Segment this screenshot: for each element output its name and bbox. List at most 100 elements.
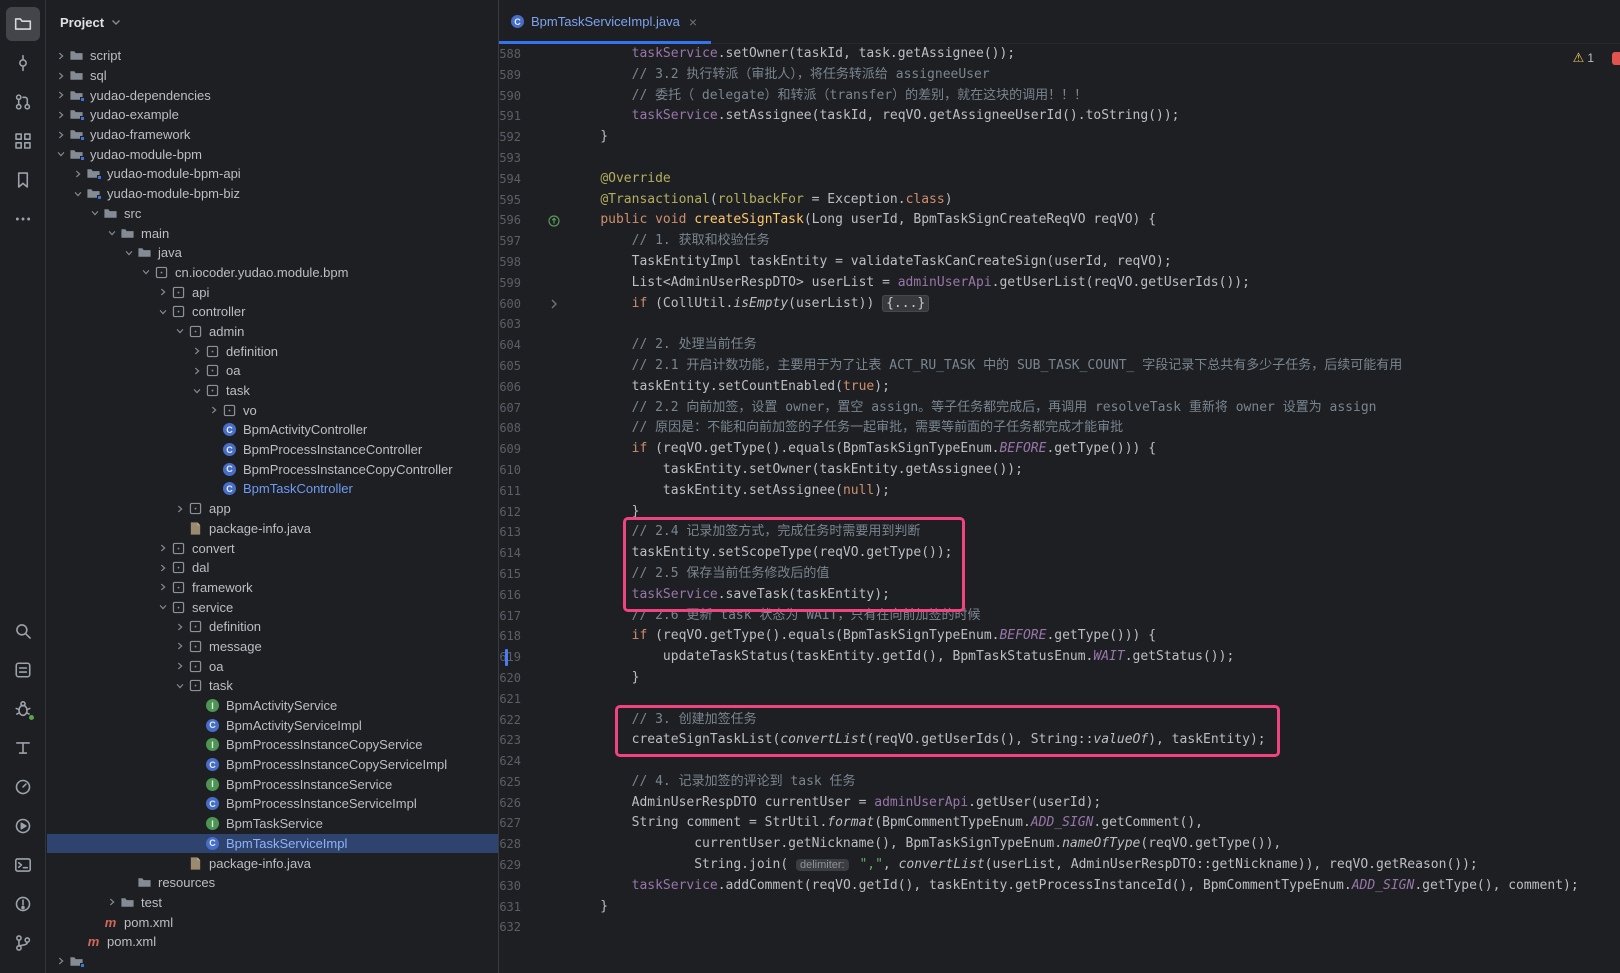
- tree-item-yudao-module-bpm-biz[interactable]: yudao-module-bpm-biz: [47, 184, 498, 204]
- line-number[interactable]: 620: [499, 668, 521, 689]
- chevron-right-icon[interactable]: [104, 897, 119, 907]
- tree-item-app[interactable]: app: [47, 499, 498, 519]
- tree-item-oa[interactable]: oa: [47, 361, 498, 381]
- chevron-right-icon[interactable]: [70, 169, 85, 179]
- line-number[interactable]: 592: [499, 127, 521, 148]
- code-line[interactable]: 614 taskEntity.setScopeType(reqVO.getTyp…: [499, 543, 1620, 564]
- tree-item-bpmprocessinstanceserviceimpl[interactable]: CBpmProcessInstanceServiceImpl: [47, 794, 498, 814]
- code-line[interactable]: 604 // 2. 处理当前任务: [499, 335, 1620, 356]
- line-number[interactable]: 628: [499, 834, 521, 855]
- line-number[interactable]: 612: [499, 502, 521, 523]
- tree-item-bpmprocessinstancecontroller[interactable]: CBpmProcessInstanceController: [47, 440, 498, 460]
- gutter[interactable]: [521, 876, 569, 897]
- code-line[interactable]: 612 }: [499, 502, 1620, 523]
- tab-close-icon[interactable]: ×: [687, 13, 699, 31]
- tree-item-bpmtaskcontroller[interactable]: CBpmTaskController: [47, 479, 498, 499]
- line-number[interactable]: 607: [499, 398, 521, 419]
- line-number[interactable]: 597: [499, 231, 521, 252]
- gutter[interactable]: [521, 834, 569, 855]
- chevron-right-icon[interactable]: [53, 110, 68, 120]
- chevron-right-icon[interactable]: [53, 51, 68, 61]
- tree-item-admin[interactable]: admin: [47, 322, 498, 342]
- chevron-down-icon[interactable]: [172, 681, 187, 691]
- line-number[interactable]: 591: [499, 106, 521, 127]
- gutter[interactable]: [521, 751, 569, 772]
- tree-item-test[interactable]: test: [47, 893, 498, 913]
- code-line[interactable]: 603: [499, 314, 1620, 335]
- terminal-icon[interactable]: [6, 848, 40, 882]
- tree-item-pom-xml[interactable]: mpom.xml: [47, 912, 498, 932]
- project-panel-header[interactable]: Project: [47, 0, 498, 44]
- line-number[interactable]: 626: [499, 793, 521, 814]
- code-line[interactable]: 624: [499, 751, 1620, 772]
- tree-item-service[interactable]: service: [47, 597, 498, 617]
- line-number[interactable]: 588: [499, 44, 521, 65]
- gutter[interactable]: [521, 897, 569, 918]
- code-line[interactable]: 599 List<AdminUserRespDTO> userList = ad…: [499, 273, 1620, 294]
- gutter[interactable]: [521, 606, 569, 627]
- chevron-down-icon[interactable]: [155, 307, 170, 317]
- debug-icon[interactable]: [6, 692, 40, 726]
- code-line[interactable]: 611 taskEntity.setAssignee(null);: [499, 481, 1620, 502]
- gutter[interactable]: [521, 210, 569, 231]
- gutter[interactable]: [521, 772, 569, 793]
- gutter[interactable]: [521, 564, 569, 585]
- chevron-right-icon[interactable]: [53, 130, 68, 140]
- tree-item-oa[interactable]: oa: [47, 656, 498, 676]
- tree-item-bpmprocessinstanceservice[interactable]: IBpmProcessInstanceService: [47, 774, 498, 794]
- tree-item-definition[interactable]: definition: [47, 617, 498, 637]
- gutter[interactable]: [521, 460, 569, 481]
- chevron-right-icon[interactable]: [155, 563, 170, 573]
- line-number[interactable]: 614: [499, 543, 521, 564]
- code-line[interactable]: 626 AdminUserRespDTO currentUser = admin…: [499, 793, 1620, 814]
- gutter[interactable]: [521, 647, 569, 668]
- line-number[interactable]: 631: [499, 897, 521, 918]
- line-number[interactable]: 599: [499, 273, 521, 294]
- more-icon[interactable]: [6, 202, 40, 236]
- tree-item-script[interactable]: script: [47, 46, 498, 66]
- tree-item-pom-xml[interactable]: mpom.xml: [47, 932, 498, 952]
- run-icon[interactable]: [6, 809, 40, 843]
- chevron-right-icon[interactable]: [53, 90, 68, 100]
- tree-item-api[interactable]: api: [47, 282, 498, 302]
- search-icon[interactable]: [6, 614, 40, 648]
- gutter[interactable]: [521, 481, 569, 502]
- tree-item-bpmprocessinstancecopyservice[interactable]: IBpmProcessInstanceCopyService: [47, 735, 498, 755]
- tree-item-message[interactable]: message: [47, 637, 498, 657]
- line-number[interactable]: 590: [499, 86, 521, 107]
- code-line[interactable]: 628 currentUser.getNickname(), BpmTaskSi…: [499, 834, 1620, 855]
- gutter[interactable]: [521, 502, 569, 523]
- gutter[interactable]: [521, 668, 569, 689]
- chevron-right-icon[interactable]: [189, 366, 204, 376]
- gutter[interactable]: [521, 314, 569, 335]
- tree-item-bpmprocessinstancecopyserviceimpl[interactable]: CBpmProcessInstanceCopyServiceImpl: [47, 755, 498, 775]
- tree-item-src[interactable]: src: [47, 204, 498, 224]
- structure-icon[interactable]: [6, 124, 40, 158]
- code-line[interactable]: 617 // 2.6 更新 task 状态为 WAIT，只有在向前加签的时候: [499, 606, 1620, 627]
- tab-bpmtaskserviceimpl[interactable]: C BpmTaskServiceImpl.java ×: [499, 0, 711, 43]
- tree-item-yudao-framework[interactable]: yudao-framework: [47, 125, 498, 145]
- gutter[interactable]: [521, 86, 569, 107]
- tree-item-yudao-module-bpm[interactable]: yudao-module-bpm: [47, 144, 498, 164]
- commit-icon[interactable]: [6, 46, 40, 80]
- code-line[interactable]: 630 taskService.addComment(reqVO.getId()…: [499, 876, 1620, 897]
- line-number[interactable]: 604: [499, 335, 521, 356]
- tree-item-yudao-module-bpm-api[interactable]: yudao-module-bpm-api: [47, 164, 498, 184]
- tree-item-package-info-java[interactable]: package-info.java: [47, 519, 498, 539]
- line-number[interactable]: 610: [499, 460, 521, 481]
- chevron-down-icon[interactable]: [172, 326, 187, 336]
- tree-item-task[interactable]: task: [47, 676, 498, 696]
- code-line[interactable]: 627 String comment = StrUtil.format(BpmC…: [499, 813, 1620, 834]
- chevron-down-icon[interactable]: [138, 267, 153, 277]
- code-line[interactable]: 598 TaskEntityImpl taskEntity = validate…: [499, 252, 1620, 273]
- chevron-right-icon[interactable]: [155, 582, 170, 592]
- code-line[interactable]: 629 String.join( delimiter: ",", convert…: [499, 855, 1620, 876]
- code-line[interactable]: 589 // 3.2 执行转派（审批人），将任务转派给 assigneeUser: [499, 65, 1620, 86]
- chevron-down-icon[interactable]: [155, 602, 170, 612]
- code-line[interactable]: 609 if (reqVO.getType().equals(BpmTaskSi…: [499, 439, 1620, 460]
- code-line[interactable]: 592 }: [499, 127, 1620, 148]
- gutter[interactable]: [521, 522, 569, 543]
- tree-item-java[interactable]: java: [47, 243, 498, 263]
- gutter[interactable]: [521, 689, 569, 710]
- line-number[interactable]: 611: [499, 481, 521, 502]
